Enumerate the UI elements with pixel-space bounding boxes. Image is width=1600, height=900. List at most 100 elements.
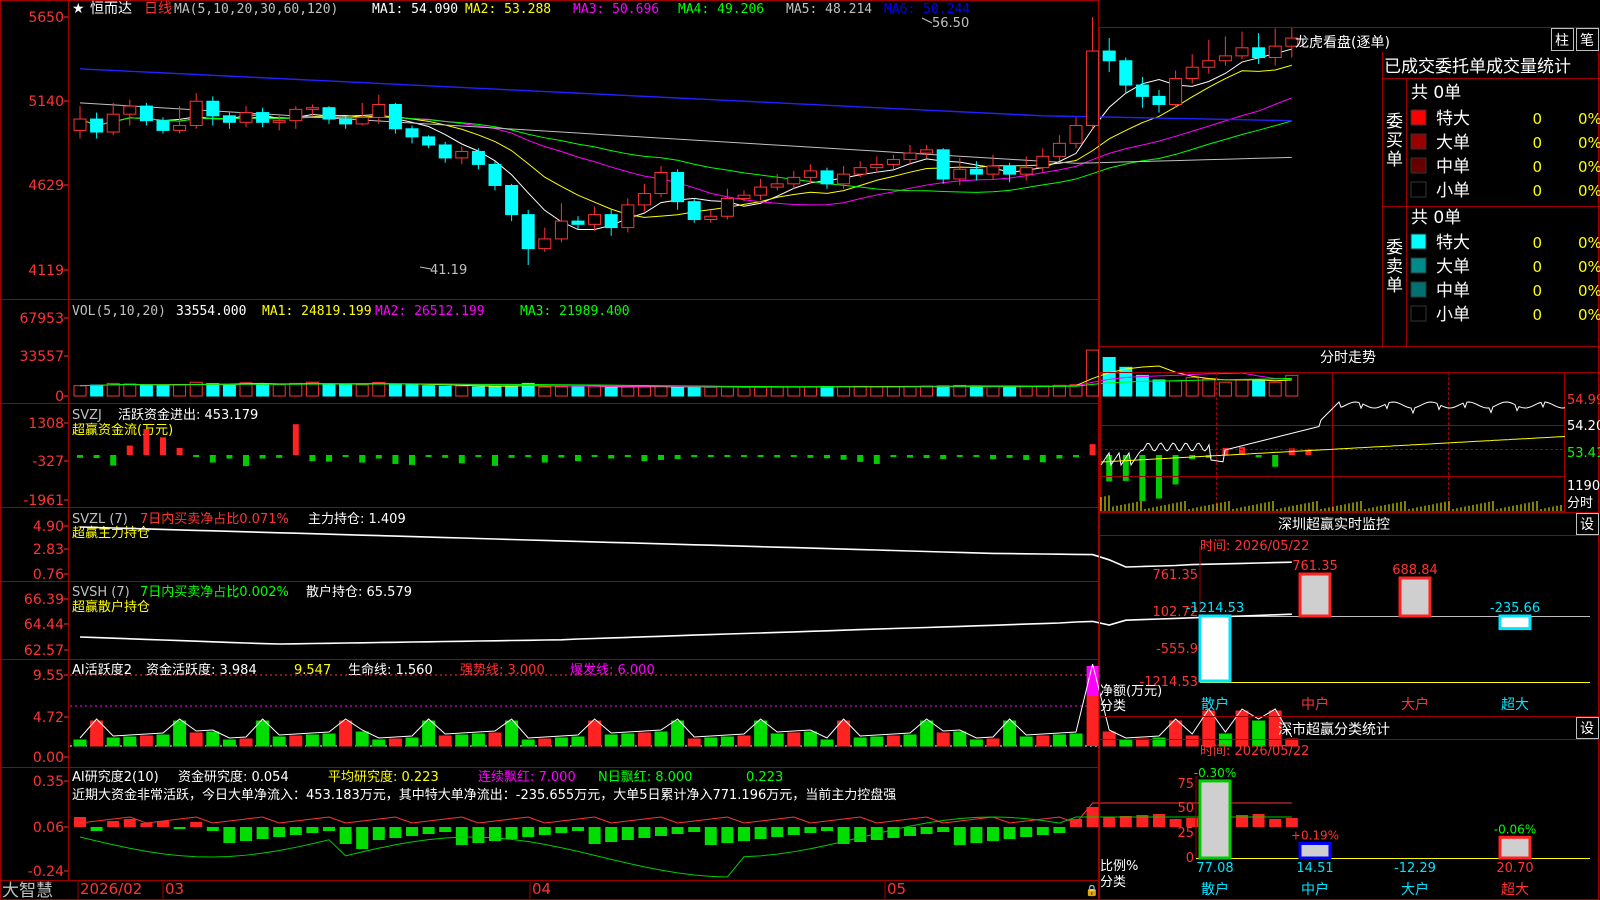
candle-body xyxy=(388,103,402,130)
research-bar xyxy=(256,827,269,839)
volume-bar xyxy=(471,386,485,397)
candle-body xyxy=(355,116,369,125)
volume-bar xyxy=(554,386,568,397)
stock-name: 恒而达 xyxy=(90,1,132,17)
stock-chart-screen[interactable]: ★ 恒而达 日线 MA(5,10,20,30,60,120) MA1: 54.0… xyxy=(0,0,1600,900)
candle-body xyxy=(438,144,452,159)
svzl-metric1: 7日内买卖净占比0.071% xyxy=(140,511,289,527)
volume-bar xyxy=(737,386,751,397)
axis-tick-label: 5650 xyxy=(28,10,64,26)
activity-bar xyxy=(820,739,834,747)
activity-bar xyxy=(405,737,419,747)
svzl-axis: 4.90 2.83 0.76 xyxy=(33,519,68,583)
research-bar xyxy=(1153,814,1165,827)
fund-flow-bar xyxy=(292,424,299,455)
candle-body xyxy=(256,112,270,123)
fund-flow-bar xyxy=(1272,455,1279,467)
fund-flow-bar xyxy=(757,455,764,457)
activity-bar xyxy=(886,735,900,747)
activity-bar xyxy=(687,738,701,747)
volume-bar xyxy=(1086,349,1100,397)
research-bar xyxy=(1053,827,1066,833)
candle-body xyxy=(953,168,967,180)
axis-tick-label: 9.55 xyxy=(33,668,64,684)
sell-row-pct: 0% xyxy=(1578,258,1600,276)
buy-row-count: 0 xyxy=(1532,134,1542,152)
candle-body xyxy=(986,165,1000,175)
volume-bar xyxy=(1202,378,1216,397)
buy-row-name: 大单 xyxy=(1436,133,1470,153)
research-bar xyxy=(1285,818,1298,827)
candle-body xyxy=(571,220,585,225)
volume-bar xyxy=(671,386,685,397)
buy-row-swatch xyxy=(1410,181,1427,198)
research-bar xyxy=(738,827,750,841)
tab-bar-label[interactable]: 柱 xyxy=(1555,33,1569,49)
volume-bar xyxy=(139,384,153,397)
svzj-subtitle: 超赢资金流(万元) xyxy=(72,422,173,438)
sz-monitor-bar xyxy=(1398,576,1432,618)
period-label: 日线 xyxy=(144,1,172,17)
candle-body xyxy=(1235,47,1249,57)
fund-flow-bar xyxy=(409,455,415,465)
candle-body xyxy=(754,186,768,196)
fund-flow-bar xyxy=(824,455,830,459)
fund-flow-bar xyxy=(840,455,847,460)
activity-bar xyxy=(920,720,934,747)
fund-flow-bar xyxy=(1039,455,1046,463)
activity-bar xyxy=(189,732,203,747)
buy-row-name: 特大 xyxy=(1436,109,1470,129)
sell-row-count: 0 xyxy=(1532,306,1542,324)
buy-row-count: 0 xyxy=(1532,158,1542,176)
ai1-metric5: 爆发线: 6.000 xyxy=(570,662,655,678)
volume-bar xyxy=(505,384,519,397)
sell-row-name: 小单 xyxy=(1436,305,1470,325)
sz-class-value: 14.51 xyxy=(1296,861,1333,876)
candle-body xyxy=(538,238,552,250)
candle-body xyxy=(156,120,170,131)
volume-bar xyxy=(969,385,983,397)
fund-flow-bar xyxy=(1023,455,1030,460)
activity-bar xyxy=(671,720,685,747)
sz-class-tick: 50 xyxy=(1177,801,1194,816)
svzj-title: SVZJ xyxy=(72,408,102,423)
research-bar xyxy=(771,827,784,837)
activity-bar xyxy=(1052,734,1066,747)
sz-monitor-ylabel: 净额(万元) xyxy=(1100,684,1162,699)
fund-flow-bar xyxy=(359,455,366,463)
research-bar xyxy=(339,827,352,844)
activity-bar xyxy=(156,734,170,747)
ai2-title: AI研究度2(10) xyxy=(72,769,159,785)
candle-body xyxy=(737,194,751,199)
sz-monitor-settings-label[interactable]: 设 xyxy=(1580,517,1594,533)
fund-flow-bar xyxy=(624,455,631,457)
candle-body xyxy=(820,170,834,185)
sz-class-settings-label[interactable]: 设 xyxy=(1580,721,1594,737)
sz-monitor-bar-value: -235.66 xyxy=(1490,601,1540,616)
fund-flow-bar xyxy=(774,455,781,458)
research-bar xyxy=(489,827,501,841)
axis-tick-label: 4.72 xyxy=(33,710,64,726)
ma-title: MA(5,10,20,30,60,120) xyxy=(174,2,338,17)
lock-icon[interactable]: 🔒 xyxy=(1085,884,1099,897)
sell-row-swatch xyxy=(1410,257,1427,274)
ai1-axis: 9.55 4.72 0.00 xyxy=(33,668,68,766)
tab-tick-label[interactable]: 笔 xyxy=(1580,33,1594,49)
research-bar xyxy=(688,827,701,832)
volume-bar xyxy=(256,383,270,397)
fund-flow-bar xyxy=(691,455,698,458)
high-price-mark: 56.50 xyxy=(932,16,969,31)
intraday-vol-label: 分时 xyxy=(1567,496,1593,511)
candle-body xyxy=(1069,125,1083,144)
sz-monitor-bar xyxy=(1298,572,1332,618)
volume-bar xyxy=(920,385,934,397)
volume-bar xyxy=(272,384,286,397)
fund-flow-bar xyxy=(475,455,482,457)
sz-monitor-bar-value: 688.84 xyxy=(1392,563,1438,578)
volume-bar xyxy=(156,385,170,397)
research-bar xyxy=(173,827,186,829)
fund-flow-bar xyxy=(973,455,980,457)
candle-body xyxy=(770,183,784,188)
vol-title: VOL(5,10,20) xyxy=(72,304,166,319)
candle-body xyxy=(123,105,137,115)
